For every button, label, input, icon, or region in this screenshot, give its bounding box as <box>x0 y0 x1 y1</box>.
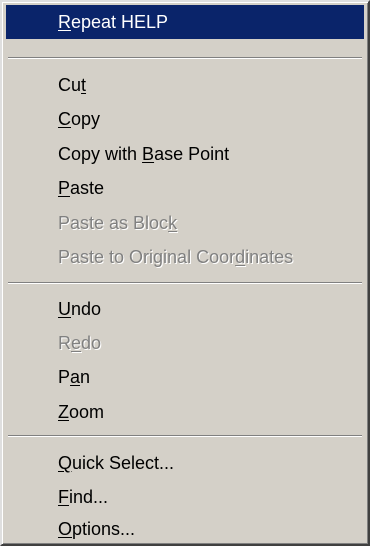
menu-item-pan[interactable]: Pan <box>6 360 364 394</box>
accelerator-key: P <box>58 178 71 198</box>
menu-item-paste[interactable]: Paste <box>6 171 364 205</box>
menu-separator <box>8 282 362 284</box>
accelerator-key: O <box>58 519 73 539</box>
menu-item-repeat-help[interactable]: Repeat HELP <box>6 5 364 39</box>
menu-item-label: epeat HELP <box>71 12 169 32</box>
accelerator-key: U <box>58 299 71 319</box>
context-menu: Repeat HELP Cut Copy Copy with Base Poin… <box>0 0 370 546</box>
menu-item-label: ind... <box>69 487 109 507</box>
menu-item-paste-as-block: Paste as Block <box>6 206 364 240</box>
menu-item-cut[interactable]: Cut <box>6 68 364 102</box>
menu-item-label: Paste to Original Coor <box>58 247 236 267</box>
menu-item-label: ptions... <box>72 519 136 539</box>
menu-item-copy[interactable]: Copy <box>6 102 364 136</box>
menu-separator <box>8 57 362 59</box>
menu-separator <box>8 435 362 437</box>
menu-item-quick-select[interactable]: Quick Select... <box>6 446 364 480</box>
menu-item-label: Copy with <box>58 144 143 164</box>
menu-item-label: n <box>80 367 91 387</box>
menu-item-label: inates <box>245 247 294 267</box>
menu-item-find[interactable]: Find... <box>6 480 364 514</box>
menu-item-paste-to-original-coordinates: Paste to Original Coordinates <box>6 240 364 274</box>
menu-item-label: ase Point <box>154 144 230 164</box>
accelerator-key: R <box>58 12 71 32</box>
menu-item-options[interactable]: Options... <box>6 512 364 546</box>
menu-item-label: P <box>58 367 71 387</box>
accelerator-key: a <box>70 367 81 387</box>
accelerator-key: t <box>81 75 87 95</box>
accelerator-key: e <box>71 333 82 353</box>
menu-item-undo[interactable]: Undo <box>6 292 364 326</box>
menu-item-label: Cu <box>58 75 82 95</box>
menu-item-copy-with-base-point[interactable]: Copy with Base Point <box>6 137 364 171</box>
menu-item-label: R <box>58 333 71 353</box>
menu-item-redo: Redo <box>6 326 364 360</box>
menu-item-label: ndo <box>71 299 102 319</box>
menu-item-label: Paste as Bloc <box>58 213 169 233</box>
accelerator-key: F <box>58 487 69 507</box>
menu-item-label: opy <box>71 109 101 129</box>
accelerator-key: d <box>235 247 246 267</box>
menu-item-label: oom <box>69 402 105 422</box>
menu-item-label: uick Select... <box>72 453 175 473</box>
accelerator-key: Z <box>58 402 69 422</box>
menu-item-label: do <box>81 333 102 353</box>
accelerator-key: B <box>142 144 155 164</box>
accelerator-key: Q <box>58 453 73 473</box>
accelerator-key: k <box>168 213 178 233</box>
menu-item-zoom[interactable]: Zoom <box>6 395 364 429</box>
accelerator-key: C <box>58 109 71 129</box>
menu-item-label: aste <box>70 178 105 198</box>
